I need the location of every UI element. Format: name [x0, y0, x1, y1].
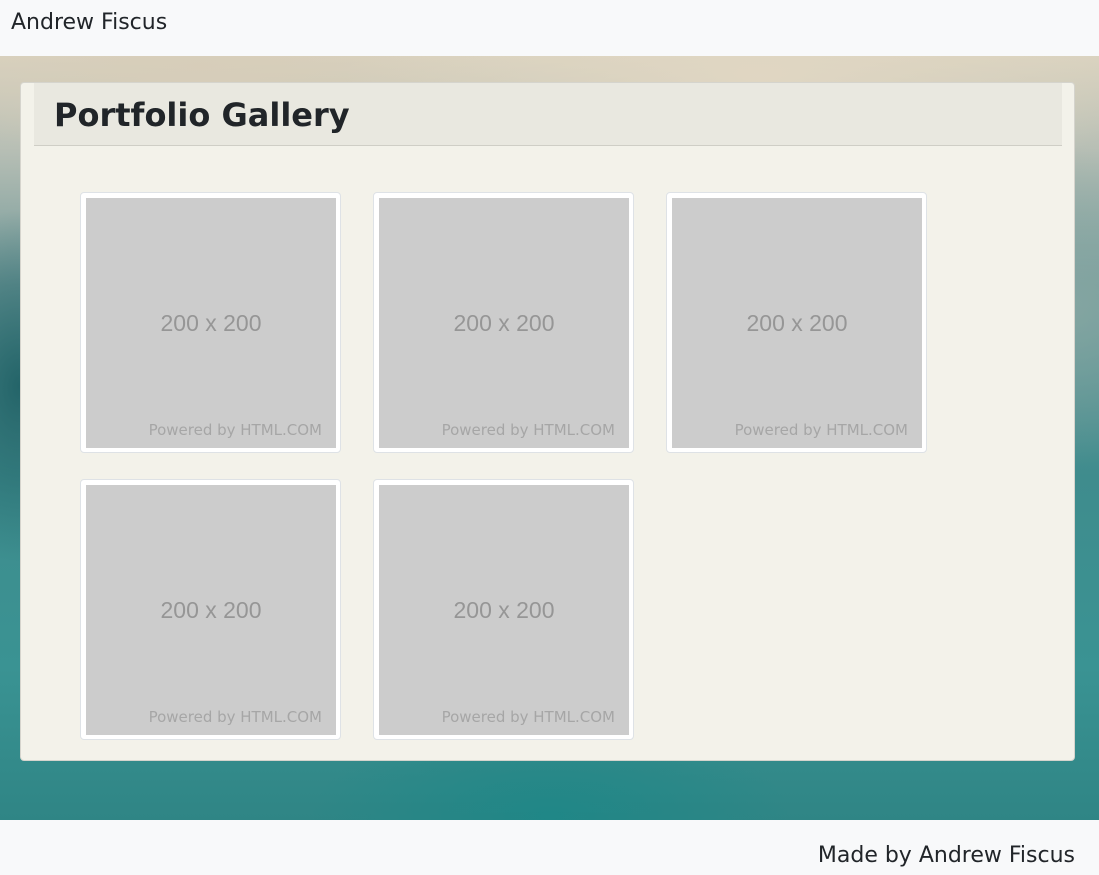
placeholder-image: 200 x 200 Powered by HTML.COM: [672, 198, 922, 448]
placeholder-size-label: 200 x 200: [160, 597, 262, 623]
placeholder-powered-label: Powered by HTML.COM: [734, 421, 908, 439]
footer: Made by Andrew Fiscus: [0, 820, 1099, 875]
footer-credit: Made by Andrew Fiscus: [817, 843, 1075, 868]
gallery-item-4[interactable]: 200 x 200 Powered by HTML.COM: [80, 479, 341, 740]
placeholder-powered-label: Powered by HTML.COM: [441, 421, 615, 439]
placeholder-image: 200 x 200 Powered by HTML.COM: [86, 198, 336, 448]
gallery-item-2[interactable]: 200 x 200 Powered by HTML.COM: [373, 192, 634, 453]
placeholder-powered-label: Powered by HTML.COM: [441, 708, 615, 726]
placeholder-image: 200 x 200 Powered by HTML.COM: [379, 198, 629, 448]
placeholder-image: 200 x 200 Powered by HTML.COM: [86, 485, 336, 735]
top-navbar: Andrew Fiscus: [0, 0, 1099, 56]
gallery-item-1[interactable]: 200 x 200 Powered by HTML.COM: [80, 192, 341, 453]
placeholder-size-label: 200 x 200: [453, 597, 555, 623]
gallery-panel: Portfolio Gallery 200 x 200 Powered by H…: [20, 82, 1075, 761]
placeholder-size-label: 200 x 200: [453, 310, 555, 336]
page-title: Portfolio Gallery: [54, 96, 350, 134]
placeholder-size-label: 200 x 200: [746, 310, 848, 336]
placeholder-size-label: 200 x 200: [160, 310, 262, 336]
navbar-brand[interactable]: Andrew Fiscus: [11, 9, 167, 37]
gallery-item-5[interactable]: 200 x 200 Powered by HTML.COM: [373, 479, 634, 740]
gallery-header: Portfolio Gallery: [34, 83, 1062, 146]
gallery-item-3[interactable]: 200 x 200 Powered by HTML.COM: [666, 192, 927, 453]
placeholder-powered-label: Powered by HTML.COM: [148, 421, 322, 439]
placeholder-powered-label: Powered by HTML.COM: [148, 708, 322, 726]
placeholder-image: 200 x 200 Powered by HTML.COM: [379, 485, 629, 735]
